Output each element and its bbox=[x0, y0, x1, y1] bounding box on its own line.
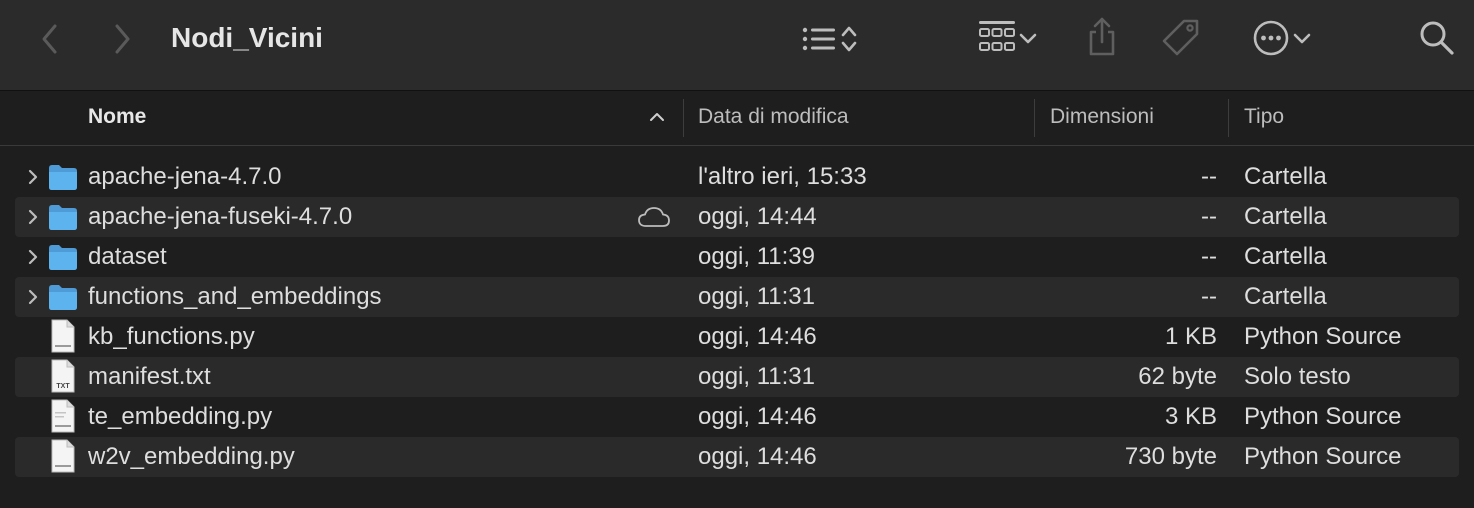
file-name: functions_and_embeddings bbox=[88, 283, 382, 310]
column-name-header[interactable]: Nome bbox=[88, 91, 146, 145]
search-button[interactable] bbox=[1414, 16, 1460, 60]
file-name: manifest.txt bbox=[88, 363, 211, 390]
tag-icon bbox=[1162, 19, 1199, 56]
folder-icon bbox=[49, 285, 77, 310]
column-separator[interactable] bbox=[1228, 99, 1229, 137]
chevron-right-icon bbox=[115, 24, 130, 54]
file-kind: Solo testo bbox=[1244, 363, 1351, 390]
chevron-updown-icon bbox=[841, 26, 857, 52]
toolbar: Nodi_Vicini bbox=[0, 0, 1474, 91]
disclosure-triangle-icon[interactable] bbox=[23, 287, 43, 307]
file-row[interactable]: TXT manifest.txt oggi, 11:31 62 byte Sol… bbox=[15, 357, 1459, 397]
file-name: te_embedding.py bbox=[88, 403, 273, 430]
file-row[interactable]: dataset oggi, 11:39 -- Cartella bbox=[15, 237, 1459, 277]
file-row[interactable]: te_embedding.py oggi, 14:46 3 KB Python … bbox=[15, 397, 1459, 437]
file-kind: Cartella bbox=[1244, 163, 1327, 190]
file-icon-label: TXT bbox=[56, 383, 70, 390]
column-size-header[interactable]: Dimensioni bbox=[1050, 91, 1154, 145]
file-size: -- bbox=[1201, 203, 1217, 230]
file-name: kb_functions.py bbox=[88, 323, 255, 350]
file-date: l'altro ieri, 15:33 bbox=[698, 163, 867, 190]
column-separator[interactable] bbox=[683, 99, 684, 137]
folder-icon bbox=[49, 165, 77, 190]
file-size: -- bbox=[1201, 283, 1217, 310]
column-header: Nome Data di modifica Dimensioni Tipo bbox=[0, 91, 1474, 146]
file-row[interactable]: w2v_embedding.py oggi, 14:46 730 byte Py… bbox=[15, 437, 1459, 477]
file-size: -- bbox=[1201, 243, 1217, 270]
file-kind: Python Source bbox=[1244, 443, 1402, 470]
column-kind-header[interactable]: Tipo bbox=[1244, 91, 1284, 145]
search-icon bbox=[1420, 21, 1454, 55]
file-name: w2v_embedding.py bbox=[88, 443, 295, 470]
file-name: apache-jena-4.7.0 bbox=[88, 163, 282, 190]
file-date: oggi, 14:46 bbox=[698, 403, 817, 430]
file-kind: Python Source bbox=[1244, 403, 1402, 430]
file-size: -- bbox=[1201, 163, 1217, 190]
window-title: Nodi_Vicini bbox=[171, 22, 323, 53]
cloud-icon[interactable] bbox=[637, 206, 671, 228]
file-kind: Cartella bbox=[1244, 243, 1327, 270]
chevron-down-icon bbox=[1293, 33, 1311, 44]
file-date: oggi, 14:44 bbox=[698, 203, 817, 230]
disclosure-triangle-icon[interactable] bbox=[23, 167, 43, 187]
python-file-icon bbox=[51, 319, 75, 353]
share-button[interactable] bbox=[1082, 14, 1122, 60]
disclosure-triangle-icon[interactable] bbox=[23, 207, 43, 227]
share-icon bbox=[1089, 17, 1115, 56]
column-separator[interactable] bbox=[1034, 99, 1035, 137]
file-size: 3 KB bbox=[1164, 403, 1217, 430]
file-kind: Cartella bbox=[1244, 203, 1327, 230]
disclosure-triangle-icon[interactable] bbox=[23, 247, 43, 267]
back-button[interactable] bbox=[34, 20, 66, 58]
column-date-header[interactable]: Data di modifica bbox=[698, 91, 849, 145]
list-view-icon bbox=[802, 27, 835, 51]
sort-ascending-icon[interactable] bbox=[648, 109, 666, 125]
folder-icon bbox=[49, 245, 77, 270]
text-file-icon: TXT bbox=[51, 359, 75, 393]
file-date: oggi, 11:39 bbox=[698, 243, 815, 270]
tag-button[interactable] bbox=[1158, 16, 1204, 60]
file-date: oggi, 11:31 bbox=[698, 283, 815, 310]
file-list: apache-jena-4.7.0 l'altro ieri, 15:33 --… bbox=[15, 157, 1459, 477]
file-name: apache-jena-fuseki-4.7.0 bbox=[88, 203, 353, 230]
more-actions-button[interactable] bbox=[1244, 16, 1320, 60]
file-date: oggi, 14:46 bbox=[698, 323, 817, 350]
group-button[interactable] bbox=[970, 16, 1046, 60]
file-row[interactable]: kb_functions.py oggi, 14:46 1 KB Python … bbox=[15, 317, 1459, 357]
file-name: dataset bbox=[88, 243, 167, 270]
file-row[interactable]: apache-jena-4.7.0 l'altro ieri, 15:33 --… bbox=[15, 157, 1459, 197]
ellipsis-circle-icon bbox=[1253, 20, 1289, 56]
forward-button[interactable] bbox=[106, 20, 138, 58]
chevron-down-icon bbox=[1019, 33, 1037, 44]
file-row[interactable]: apache-jena-fuseki-4.7.0 oggi, 14:44 -- … bbox=[15, 197, 1459, 237]
file-size: 1 KB bbox=[1164, 323, 1217, 350]
file-date: oggi, 14:46 bbox=[698, 443, 817, 470]
file-kind: Cartella bbox=[1244, 283, 1327, 310]
python-file-icon bbox=[51, 439, 75, 473]
file-row[interactable]: functions_and_embeddings oggi, 11:31 -- … bbox=[15, 277, 1459, 317]
finder-window: Nodi_Vicini Nome Data di modifica Dimens… bbox=[0, 0, 1474, 508]
python-file-icon bbox=[51, 399, 75, 433]
file-size: 62 byte bbox=[1138, 363, 1217, 390]
file-date: oggi, 11:31 bbox=[698, 363, 815, 390]
grid-group-icon bbox=[979, 21, 1015, 51]
view-options-button[interactable] bbox=[788, 18, 870, 60]
file-size: 730 byte bbox=[1124, 443, 1217, 470]
file-kind: Python Source bbox=[1244, 323, 1402, 350]
chevron-left-icon bbox=[42, 24, 57, 54]
folder-icon bbox=[49, 205, 77, 230]
